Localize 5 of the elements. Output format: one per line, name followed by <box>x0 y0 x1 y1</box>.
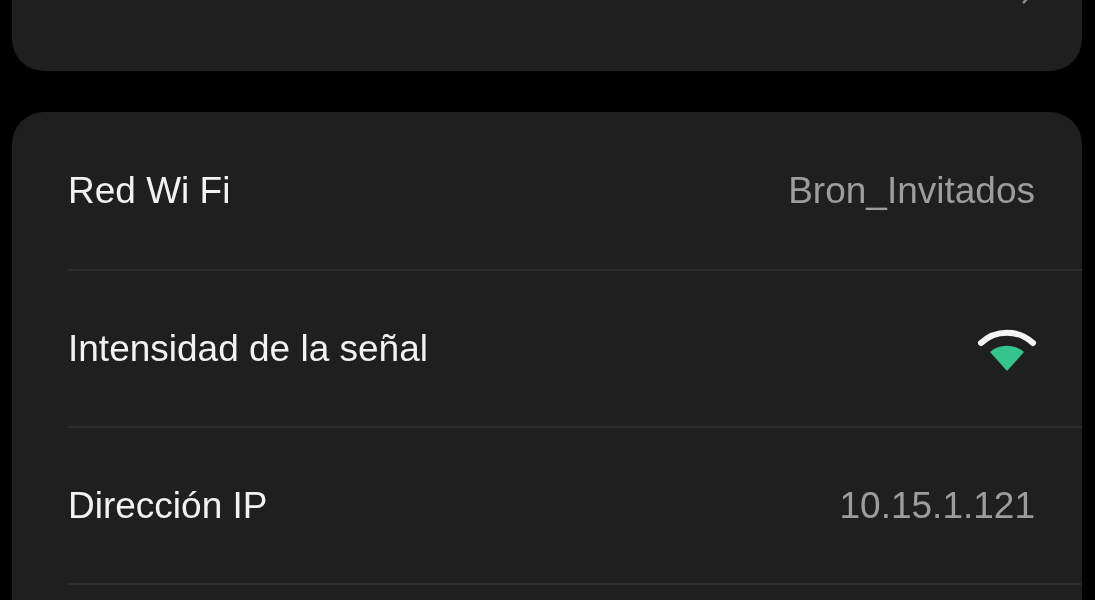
setting-value: Bron_Invitados <box>788 169 1035 212</box>
setting-value: 10.15.1.121 <box>839 484 1035 527</box>
setting-label: Red Wi Fi <box>68 169 231 212</box>
setting-label: Dirección IP <box>68 484 268 527</box>
setting-label: Intensidad de la señal <box>68 327 428 370</box>
